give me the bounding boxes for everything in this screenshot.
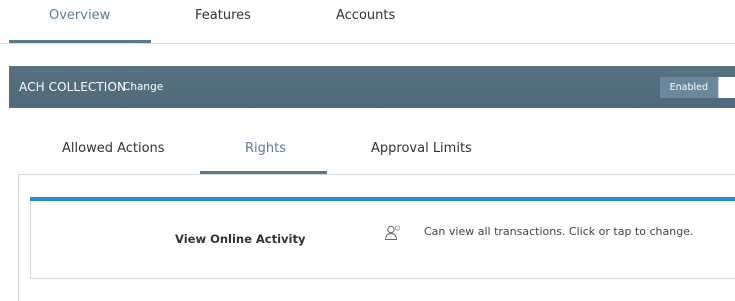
card-accent-bar bbox=[30, 197, 735, 201]
tab-approval-limits[interactable]: Approval Limits bbox=[371, 141, 472, 156]
top-tab-bar: Overview Features Accounts bbox=[0, 0, 735, 44]
page: Overview Features Accounts ACH COLLECTIO… bbox=[0, 0, 735, 301]
enabled-toggle[interactable]: Enabled bbox=[659, 77, 735, 98]
change-link[interactable]: Change bbox=[123, 81, 163, 93]
user-icon[interactable] bbox=[384, 224, 402, 242]
tab-rights[interactable]: Rights bbox=[245, 141, 286, 156]
right-name: View Online Activity bbox=[175, 232, 306, 246]
enabled-toggle-label: Enabled bbox=[659, 77, 718, 98]
rights-card bbox=[30, 197, 735, 279]
tab-features[interactable]: Features bbox=[195, 8, 251, 28]
right-description[interactable]: Can view all transactions. Click or tap … bbox=[424, 225, 693, 238]
toggle-knob bbox=[718, 77, 735, 98]
tab-overview[interactable]: Overview bbox=[49, 8, 110, 28]
feature-header-bar: ACH COLLECTION Change Enabled bbox=[9, 66, 735, 108]
feature-title: ACH COLLECTION bbox=[19, 80, 127, 94]
tab-accounts[interactable]: Accounts bbox=[336, 8, 395, 28]
active-tab-indicator bbox=[9, 40, 151, 43]
tab-allowed-actions[interactable]: Allowed Actions bbox=[62, 141, 165, 156]
